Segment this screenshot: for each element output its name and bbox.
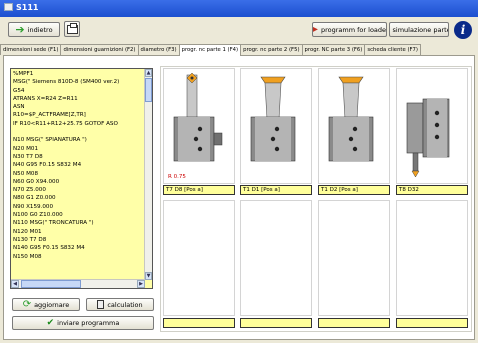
tool-label-8 [396,318,468,328]
code-line: N100 G0 Z10.000 [13,212,63,219]
tab-dimensioni-sede[interactable]: dimensioni sede (F1) [0,44,62,55]
code-line: N130 T7 D8 [13,236,47,243]
code-line: N110 MSG(" TRONCATURA ") [13,220,94,227]
code-line: N90 X159.000 [13,203,54,210]
code-line: N150 M08 [13,253,42,260]
simulation-part1-button[interactable]: ✱ simulazione parte 1 [389,22,449,37]
window-title: S111 [16,3,39,12]
tool-image-2[interactable] [240,68,312,184]
calculator-icon [97,300,105,309]
vertical-scroll-thumb[interactable] [145,78,152,102]
back-button-label: indietro [27,25,53,34]
horizontal-scrollbar[interactable]: ◀ ▶ [11,279,145,288]
code-line: ATRANS X=R24 Z=R11 [13,95,78,102]
code-line: N50 M08 [13,170,39,177]
code-line: N70 Z5.000 [13,187,46,194]
tool-label-4: T8 D32 [396,185,468,195]
print-button[interactable] [64,21,80,37]
send-program-button[interactable]: ✔ inviare programma [12,316,154,330]
code-line: %MPF1 [13,71,34,77]
code-line: N40 G95 F0.15 S832 M4 [13,162,82,169]
code-line: R10=$P_ACTFRAME[Z,TR] [13,112,86,119]
tool-label-7 [318,318,390,328]
code-line: N30 T7 D8 [13,153,43,160]
printer-icon [66,22,78,34]
code-line: N60 G0 X94.000 [13,178,60,185]
scroll-down-icon[interactable]: ▼ [145,272,152,280]
code-line: MSG(" Siemens 810D-8 (SM400 ver.2) [13,79,120,86]
tool-label-1: T7 D8 [Pos a] [163,185,235,195]
loader-program-button[interactable]: ▶ programm for loader [312,22,387,37]
tab-bar: dimensioni sede (F1) dimensioni guarnizi… [0,44,478,56]
code-line: N140 G95 F0.15 S832 M4 [13,245,85,252]
toolbar: ➔ indietro ▶ programm for loader ✱ simul… [0,17,478,44]
simulation-button-label: simulazione parte 1 [392,25,449,34]
refresh-icon: ⟳ [22,298,32,310]
window-icon [4,3,13,11]
tool-label-6 [240,318,312,328]
code-line: IF R10<R11+R12+25.75 GOTOF ASO [13,120,118,127]
tool-radius-annotation: R 0.75 [168,174,186,180]
horizontal-scroll-thumb[interactable] [21,280,81,288]
tool-image-5[interactable] [163,200,235,316]
info-icon[interactable]: i [454,21,472,39]
insert-tool-icon [250,76,296,162]
code-line: N120 M01 [13,228,42,235]
calculation-button[interactable]: calculation [86,298,154,311]
tool-label-3: T1 D2 [Pos a] [318,185,390,195]
tool-image-6[interactable] [240,200,312,316]
checkmark-icon: ✔ [46,317,55,328]
tab-progr-nc-parte-3[interactable]: progr. NC parte 3 (F6) [301,44,366,55]
code-line: N80 G1 Z0.000 [13,195,56,202]
tab-dimensioni-guarnizioni[interactable]: dimensioni guarnizioni (F2) [60,44,139,55]
scroll-left-icon[interactable]: ◀ [11,280,19,288]
loader-icon: ▶ [313,24,318,35]
tool-image-8[interactable] [396,200,468,316]
tab-diametro[interactable]: diametro (F3) [137,44,180,55]
send-program-label: inviare programma [57,319,120,327]
vertical-scrollbar[interactable]: ▲ ▼ [144,69,152,280]
turning-tool-icon [173,72,223,162]
scroll-up-icon[interactable]: ▲ [145,69,152,77]
title-bar: S111 [0,0,478,17]
boring-tool-icon [406,98,450,178]
tab-progr-nc-parte-1[interactable]: progr. nc parte 1 (F4) [178,44,242,56]
loader-button-label: programm for loader [321,25,387,34]
tab-progr-nc-parte-2[interactable]: progr. nc parte 2 (F5) [240,44,303,55]
tool-label-2: T1 D1 [Pos a] [240,185,312,195]
tool-label-5 [163,318,235,328]
code-line: ASN [13,104,25,111]
back-button[interactable]: ➔ indietro [8,22,60,37]
code-line: N10 MSG(" SPIANATURA ") [13,137,87,144]
back-arrow-icon: ➔ [15,23,25,36]
simulation-icon: ✱ [389,25,390,35]
update-button-label: aggiornare [34,300,70,309]
scroll-right-icon[interactable]: ▶ [137,280,145,288]
code-line: N20 M01 [13,145,39,152]
calculation-button-label: calculation [107,300,143,309]
update-button[interactable]: ⟳ aggiornare [12,298,80,311]
nc-program-editor[interactable]: %MPF1 MSG(" Siemens 810D-8 (SM400 ver.2)… [10,68,153,289]
nc-program-lines: %MPF1 MSG(" Siemens 810D-8 (SM400 ver.2)… [11,69,145,262]
tool-image-7[interactable] [318,200,390,316]
tab-scheda-cliente[interactable]: scheda cliente (F7) [364,44,421,55]
tool-image-4[interactable] [396,68,468,184]
code-line: G54 [13,87,25,94]
tool-image-3[interactable] [318,68,390,184]
tool-image-1[interactable] [163,68,235,184]
insert-tool-icon [328,76,374,162]
